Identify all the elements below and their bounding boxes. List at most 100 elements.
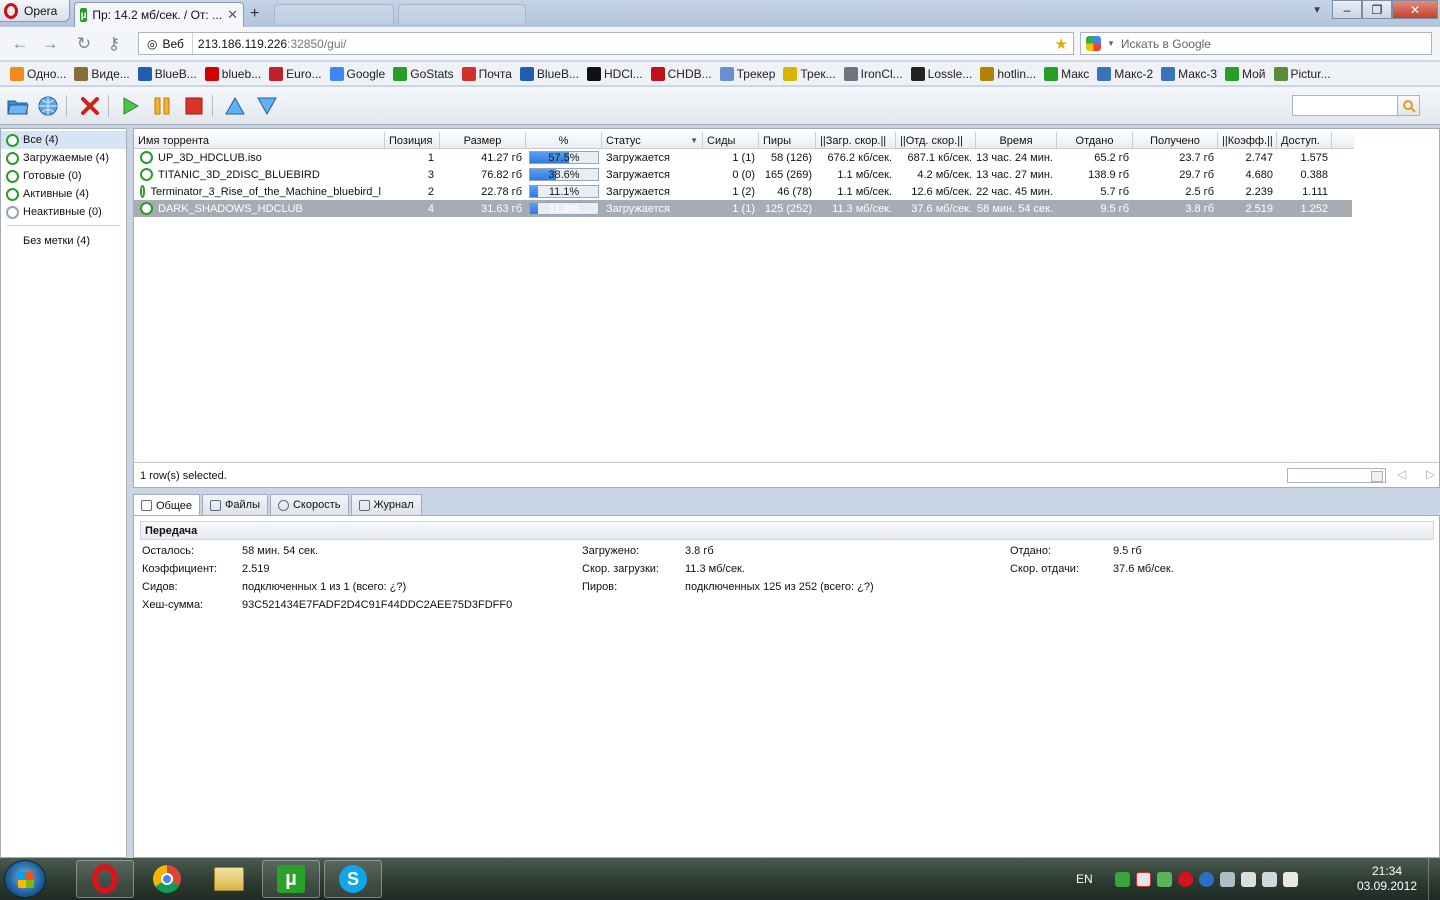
back-arrow-icon[interactable]: ← (10, 34, 30, 53)
detail-tab[interactable]: Файлы (202, 494, 268, 515)
bookmark-item[interactable]: Euro... (267, 66, 327, 81)
bookmark-item[interactable]: Мой (1223, 66, 1272, 81)
torrent-search-input[interactable] (1292, 95, 1398, 116)
browser-tab-active[interactable]: µ Пр: 14.2 мб/сек. / От: ... ✕ (74, 2, 244, 27)
torrent-row[interactable]: DARK_SHADOWS_HDCLUB 4 31.63 гб 11.9% Загружа… (134, 200, 1352, 217)
taskbar-utorrent[interactable]: µ (262, 860, 320, 898)
bookmark-item[interactable]: Макс-2 (1095, 66, 1159, 81)
bookmark-item[interactable]: blueb... (203, 66, 267, 81)
taskbar-opera[interactable] (76, 860, 134, 898)
torrent-row[interactable]: UP_3D_HDCLUB.iso 1 41.27 гб 57.5% Загружаетс… (134, 149, 1352, 166)
bookmark-item[interactable]: Трек... (781, 66, 841, 81)
background-tab[interactable] (274, 4, 394, 24)
bookmark-item[interactable]: Макс (1042, 66, 1095, 81)
bookmark-star-icon[interactable]: ★ (1055, 35, 1068, 53)
volume-icon[interactable] (1282, 871, 1298, 887)
bookmark-item[interactable]: HDCl... (585, 66, 649, 81)
column-header[interactable]: % (526, 132, 602, 149)
column-header[interactable]: Время (976, 132, 1057, 149)
tab-menu-chevron-icon[interactable]: ▼ (1312, 5, 1322, 16)
column-header[interactable]: Получено (1133, 132, 1218, 149)
prev-page-icon[interactable]: ◁ (1397, 467, 1406, 481)
checkmark-tray-icon[interactable] (1156, 871, 1172, 887)
display-tray-icon[interactable] (1261, 871, 1277, 887)
sidebar-category[interactable]: Неактивные (0) (1, 203, 126, 221)
torrent-row[interactable]: Terminator_3_Rise_of_the_Machine_bluebir… (134, 183, 1352, 200)
bookmark-item[interactable]: Pictur... (1272, 66, 1337, 81)
bluetooth-icon[interactable] (1198, 871, 1214, 887)
page-select[interactable] (1287, 468, 1386, 483)
add-url-globe-icon[interactable] (36, 94, 60, 118)
opera-menu-button[interactable]: Opera (0, 0, 70, 22)
bookmark-item[interactable]: hotlin... (978, 66, 1042, 81)
bookmark-item[interactable]: Почта (460, 66, 518, 81)
sidebar-category[interactable]: Активные (4) (1, 185, 126, 203)
column-header[interactable]: Статус ▼ (602, 132, 703, 149)
sidebar-category[interactable]: Все (4) (1, 131, 126, 149)
bookmark-item[interactable]: BlueB... (136, 66, 203, 81)
column-header[interactable]: Сиды (703, 132, 759, 149)
taskbar-chrome[interactable] (138, 860, 196, 898)
column-header[interactable]: ||Отд. скор.|| (896, 132, 976, 149)
search-engine-dropdown-icon[interactable]: ▼ (1107, 39, 1115, 48)
language-indicator[interactable]: EN (1076, 872, 1093, 886)
site-badge[interactable]: ◎ Веб (139, 33, 193, 54)
maximize-icon[interactable]: ❐ (1362, 0, 1392, 19)
sidebar-category[interactable]: Загружаемые (4) (1, 149, 126, 167)
bookmark-item[interactable]: IronCl... (842, 66, 909, 81)
bookmark-item[interactable]: Google (328, 66, 392, 81)
bookmark-item[interactable]: Виде... (72, 66, 135, 81)
detail-tab[interactable]: Скорость (269, 494, 349, 515)
start-button[interactable] (4, 860, 46, 898)
start-play-icon[interactable] (118, 94, 142, 118)
action-center-flag-icon[interactable] (1240, 871, 1256, 887)
column-header[interactable]: Пиры (759, 132, 816, 149)
address-field[interactable]: ◎ Веб 213.186.119.226:32850/gui/ ★ (138, 32, 1074, 55)
background-tab[interactable] (398, 4, 526, 24)
column-header[interactable]: Имя торрента (134, 132, 385, 149)
search-icon[interactable] (1398, 95, 1420, 116)
network-error-icon[interactable] (1135, 871, 1151, 887)
taskbar-explorer[interactable] (200, 860, 258, 898)
column-header[interactable]: Отдано (1057, 132, 1133, 149)
tab-close-icon[interactable]: ✕ (227, 7, 238, 23)
column-header[interactable]: Размер (440, 132, 526, 149)
detail-tab[interactable]: Журнал (350, 494, 422, 515)
column-header[interactable]: Доступ. (1277, 132, 1332, 149)
remove-icon[interactable] (78, 94, 102, 118)
open-folder-icon[interactable] (6, 94, 30, 118)
bookmark-item[interactable]: GoStats (391, 66, 459, 81)
key-icon[interactable]: ⚷ (104, 34, 124, 53)
stop-icon[interactable] (182, 94, 206, 118)
move-up-icon[interactable] (223, 94, 247, 118)
show-desktop-button[interactable] (1428, 858, 1440, 900)
opera-tray-icon[interactable] (1177, 871, 1193, 887)
utorrent-tray-icon[interactable] (1114, 871, 1130, 887)
bookmark-item[interactable]: BlueB... (518, 66, 585, 81)
sidebar-category[interactable]: Готовые (0) (1, 167, 126, 185)
new-tab-button[interactable]: + (250, 5, 268, 23)
bookmark-item[interactable]: Lossle... (909, 66, 979, 81)
bookmark-item[interactable]: Макс-3 (1159, 66, 1223, 81)
column-header[interactable]: ||Загр. скор.|| (816, 132, 896, 149)
cell-uploaded: 5.7 гб (1100, 185, 1129, 198)
bookmark-item[interactable]: Одно... (8, 66, 72, 81)
column-header[interactable]: Позиция (385, 132, 440, 149)
clock[interactable]: 21:34 03.09.2012 (1352, 864, 1422, 894)
media-tray-icon[interactable] (1219, 871, 1235, 887)
bookmark-item[interactable]: Трекер (718, 66, 782, 81)
forward-arrow-icon[interactable]: → (40, 34, 60, 53)
bookmark-item[interactable]: CHDB... (649, 66, 718, 81)
close-window-icon[interactable]: ✕ (1392, 0, 1438, 19)
pause-icon[interactable] (150, 94, 174, 118)
move-down-icon[interactable] (255, 94, 279, 118)
next-page-icon[interactable]: ▷ (1426, 467, 1435, 481)
column-header[interactable]: ||Коэфф.|| (1218, 132, 1277, 149)
torrent-row[interactable]: TITANIC_3D_2DISC_BLUEBIRD 3 76.82 гб 38.6% З… (134, 166, 1352, 183)
taskbar-skype[interactable]: S (324, 860, 382, 898)
minimize-icon[interactable]: – (1332, 0, 1362, 19)
google-search-field[interactable]: ▼ Искать в Google (1080, 32, 1432, 55)
sidebar-label-item[interactable]: Без метки (4) (1, 232, 126, 250)
reload-icon[interactable]: ↻ (74, 34, 94, 53)
detail-tab[interactable]: Общее (133, 494, 201, 516)
